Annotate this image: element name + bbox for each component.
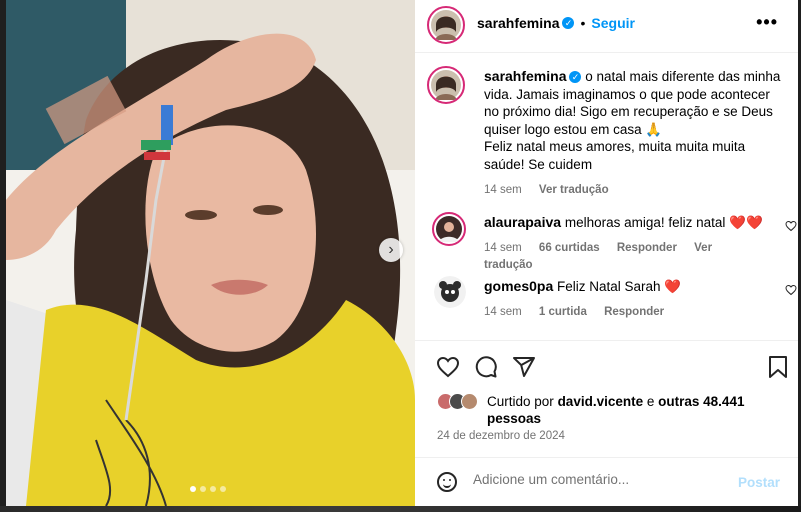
post-comment-button[interactable]: Postar [738, 475, 780, 490]
comment-username[interactable]: alaurapaiva [484, 214, 561, 230]
likes-text: Curtido por david.vicente e outras 48.44… [487, 393, 777, 427]
caption-avatar[interactable] [427, 66, 465, 104]
author-avatar[interactable] [427, 6, 465, 44]
carousel-dot [200, 486, 206, 492]
likes-count-suffix[interactable]: pessoas [487, 411, 541, 426]
post-date[interactable]: 24 de dezembro de 2024 [437, 430, 565, 442]
post-side-panel: sarahfemina ✓ • Seguir ••• sarahfemina ✓ … [415, 0, 798, 506]
comment-body: gomes0pa Feliz Natal Sarah ❤️ 14 sem 1 c… [484, 278, 774, 321]
author-username[interactable]: sarahfemina [477, 15, 559, 31]
carousel-dot [220, 486, 226, 492]
liker-avatar[interactable] [461, 393, 478, 410]
commenter-avatar[interactable] [432, 212, 466, 246]
heart-icon[interactable] [436, 355, 460, 379]
comment-icon[interactable] [474, 355, 498, 379]
comment-input[interactable] [473, 472, 733, 487]
instagram-post: › sarahfemina ✓ • Seguir ••• sarahfemina… [6, 0, 798, 506]
carousel-dots [190, 486, 226, 492]
translate-link[interactable]: Ver tradução [539, 184, 609, 196]
comment-heart-icon[interactable] [785, 220, 797, 235]
comment-text: melhoras amiga! feliz natal ❤️❤️ [564, 215, 763, 230]
likes-count-link[interactable]: outras 48.441 [658, 394, 744, 409]
comment-time[interactable]: 14 sem [484, 306, 522, 318]
chevron-right-icon: › [388, 241, 394, 258]
liker-avatars [437, 393, 487, 411]
add-comment-bar: Postar [415, 457, 798, 506]
selfie-illustration [6, 0, 415, 506]
comment-username[interactable]: gomes0pa [484, 278, 553, 294]
likes-summary: Curtido por david.vicente e outras 48.44… [437, 393, 777, 427]
comment-meta: 14 sem 1 curtida Responder [484, 304, 774, 321]
emoji-icon[interactable] [437, 472, 457, 492]
carousel-dot [190, 486, 196, 492]
caption-body: sarahfemina ✓ o natal mais diferente das … [484, 68, 784, 200]
comment-likes[interactable]: 66 curtidas [539, 242, 600, 254]
comment-text: Feliz Natal Sarah ❤️ [557, 279, 682, 294]
likes-conj: e [646, 394, 655, 409]
share-icon[interactable] [512, 355, 536, 379]
caption-username[interactable]: sarahfemina [484, 68, 566, 84]
comment-time[interactable]: 14 sem [484, 242, 522, 254]
caption-text-2: Feliz natal meus amores, muita muita mui… [484, 139, 746, 172]
bookmark-icon[interactable] [767, 355, 789, 379]
comment-body: alaurapaiva melhoras amiga! feliz natal … [484, 214, 774, 274]
caption-time[interactable]: 14 sem [484, 184, 522, 196]
more-options-icon[interactable]: ••• [756, 12, 778, 33]
carousel-next-button[interactable]: › [379, 238, 403, 262]
commenter-avatar[interactable] [434, 276, 466, 308]
post-header: sarahfemina ✓ • Seguir ••• [415, 0, 798, 53]
verified-badge-icon: ✓ [562, 17, 575, 29]
comment-heart-icon[interactable] [785, 284, 797, 299]
caption-meta: 14 sem Ver tradução [484, 182, 784, 200]
liker-username[interactable]: david.vicente [558, 394, 644, 409]
likes-prefix: Curtido por [487, 394, 554, 409]
separator: • [580, 15, 586, 31]
verified-badge-icon: ✓ [569, 71, 582, 84]
comment-likes[interactable]: 1 curtida [539, 306, 587, 318]
background-strip [0, 506, 801, 512]
post-photo[interactable]: › [6, 0, 415, 506]
comment-meta: 14 sem 66 curtidas Responder Ver traduçã… [484, 240, 774, 274]
follow-button[interactable]: Seguir [591, 15, 635, 31]
action-bar [415, 340, 798, 393]
reply-link[interactable]: Responder [604, 306, 664, 318]
reply-link[interactable]: Responder [617, 242, 677, 254]
carousel-dot [210, 486, 216, 492]
author-row: sarahfemina ✓ • Seguir [477, 15, 635, 31]
